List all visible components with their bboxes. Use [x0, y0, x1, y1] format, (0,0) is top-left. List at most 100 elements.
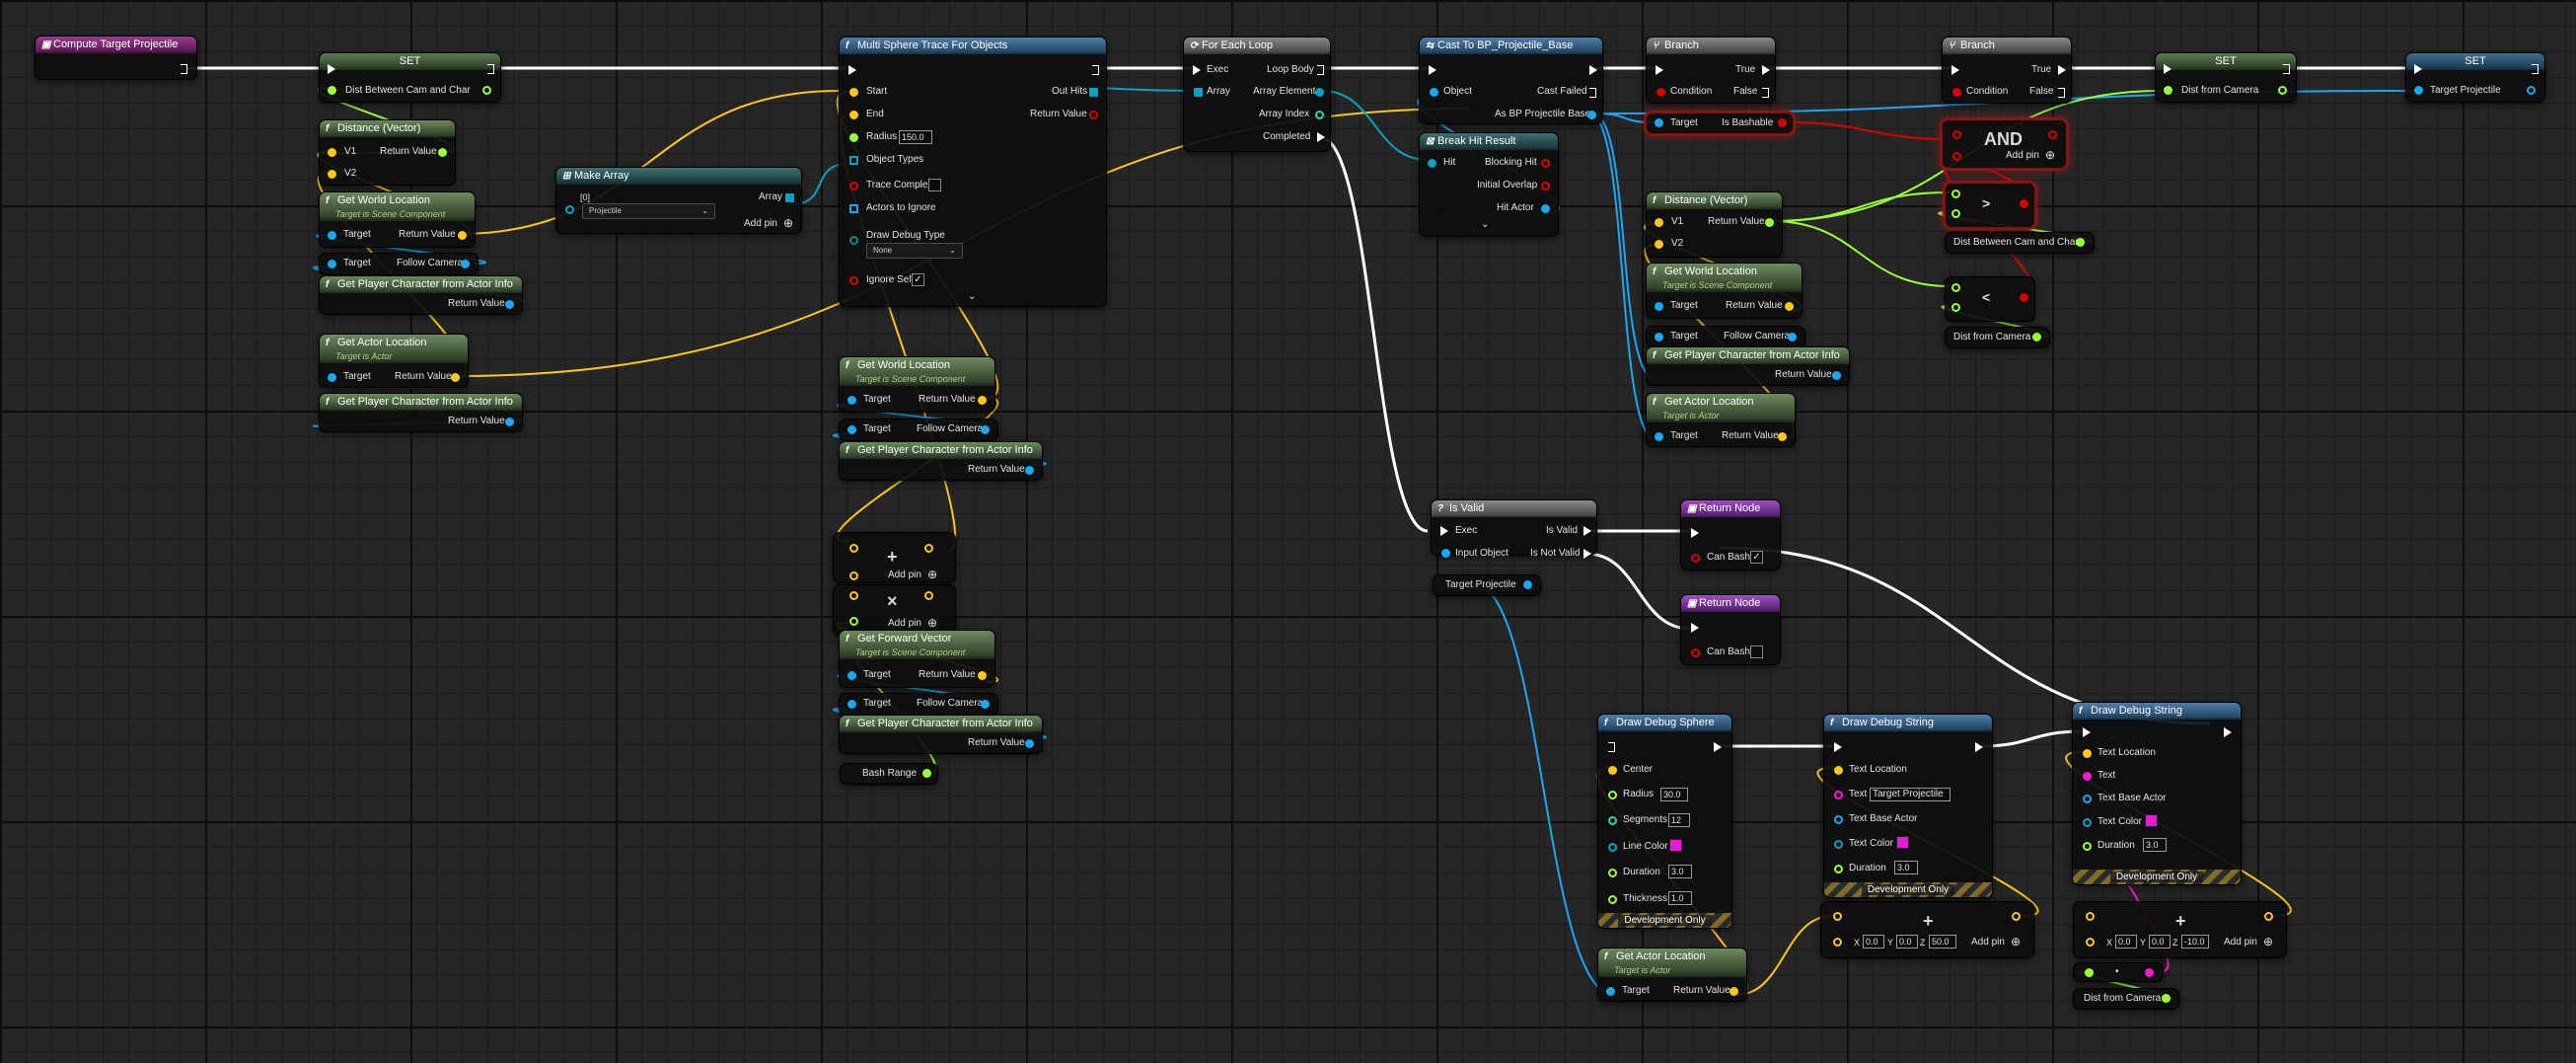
plus-circle-icon[interactable]: ⊕: [783, 217, 793, 229]
return-node[interactable]: ▣ Return Node Can Bash ✓: [1680, 499, 1781, 570]
and-boolean-node[interactable]: AND Add pin ⊕: [1942, 119, 2067, 169]
float-in-pin[interactable]: [849, 133, 858, 142]
float-in-pin[interactable]: [2085, 968, 2094, 977]
exec-out-pin[interactable]: [1317, 65, 1325, 75]
object-out-pin[interactable]: [1541, 204, 1550, 213]
dist-from-camera-getter[interactable]: Dist from Camera: [1945, 327, 2050, 348]
object-out-pin[interactable]: [461, 260, 470, 268]
int-out-pin[interactable]: [1315, 111, 1324, 119]
bool-out-pin[interactable]: [1541, 159, 1550, 168]
y-input[interactable]: 0.0: [2149, 935, 2171, 949]
object-out-pin[interactable]: [981, 700, 990, 709]
object-in-pin[interactable]: [328, 373, 336, 382]
vector-out-pin[interactable]: [1730, 987, 1738, 996]
text-color-swatch[interactable]: [2145, 814, 2158, 827]
exec-in-pin[interactable]: [2164, 64, 2171, 74]
object-out-pin[interactable]: [1523, 580, 1532, 589]
exec-out-pin[interactable]: [1583, 549, 1591, 559]
object-in-pin[interactable]: [1655, 432, 1663, 441]
thickness-input[interactable]: 1.0: [1668, 891, 1692, 905]
add-pin-button[interactable]: Add pin: [1971, 937, 2005, 949]
branch-node[interactable]: ⑂ Branch True Condition False: [1646, 37, 1776, 104]
add-pin-button[interactable]: Add pin: [888, 618, 921, 630]
exec-in-pin[interactable]: [848, 65, 856, 75]
bash-range-getter[interactable]: Bash Range: [840, 763, 938, 785]
float-to-string-conversion[interactable]: •: [2073, 962, 2164, 982]
add-vector-node[interactable]: + X 0.0 Y 0.0 Z 50.0 Add pin ⊕: [1820, 901, 2034, 958]
duration-input[interactable]: 3.0: [1668, 865, 1692, 878]
bool-in-pin[interactable]: [1952, 88, 1961, 97]
float-in-pin[interactable]: [1951, 283, 1960, 292]
distance-vector-node[interactable]: f Distance (Vector) V1 V2 Return Value: [1646, 191, 1783, 258]
exec-out-pin[interactable]: [181, 64, 188, 74]
add-vector-node[interactable]: + X 0.0 Y 0.0 Z -10.0 Add pin ⊕: [2073, 901, 2287, 958]
array-in-pin[interactable]: [849, 204, 858, 213]
exec-out-pin[interactable]: [2224, 727, 2232, 737]
color-in-pin[interactable]: [1834, 840, 1843, 849]
object-in-pin[interactable]: [328, 231, 336, 240]
object-in-pin[interactable]: [1655, 302, 1663, 311]
float-out-pin[interactable]: [2278, 86, 2287, 95]
trace-complex-checkbox[interactable]: [928, 179, 941, 191]
vector-out-pin[interactable]: [978, 396, 987, 405]
segments-input[interactable]: 12: [1668, 813, 1690, 827]
duration-input[interactable]: 3.0: [2143, 838, 2167, 852]
bool-out-pin[interactable]: [1778, 118, 1787, 127]
object-out-pin[interactable]: [1025, 739, 1034, 748]
bool-out-pin[interactable]: [2048, 130, 2057, 139]
object-in-pin[interactable]: [1655, 118, 1663, 127]
string-in-pin[interactable]: [1834, 791, 1843, 799]
object-out-pin[interactable]: [1832, 371, 1841, 380]
exec-out-pin[interactable]: [487, 64, 495, 74]
vector-in-pin[interactable]: [1833, 912, 1842, 921]
distance-vector-node[interactable]: f Distance (Vector) V1 V2 Return Value: [319, 119, 456, 186]
float-in-pin[interactable]: [2083, 842, 2092, 851]
plus-circle-icon[interactable]: ⊕: [927, 569, 937, 580]
get-forward-vector-node[interactable]: f Get Forward Vector Target is Scene Compo…: [839, 630, 995, 688]
plus-circle-icon[interactable]: ⊕: [2011, 936, 2021, 948]
float-in-pin[interactable]: [1951, 190, 1960, 198]
exec-out-pin[interactable]: [2058, 88, 2066, 98]
get-actor-location-node[interactable]: f Get Actor Location Target is Actor Targe…: [1597, 948, 1747, 1002]
vector-in-pin[interactable]: [849, 544, 858, 553]
array-in-pin[interactable]: [1194, 88, 1203, 97]
is-valid-node[interactable]: ? Is Valid Exec Is Valid Input Object Is …: [1431, 499, 1597, 559]
float-out-pin[interactable]: [1765, 218, 1774, 227]
get-player-character-node[interactable]: f Get Player Character from Actor Info Re…: [319, 275, 523, 315]
array-out-pin[interactable]: [1089, 88, 1098, 97]
multiply-node[interactable]: × Add pin ⊕: [833, 584, 956, 636]
vector-in-pin[interactable]: [328, 170, 336, 179]
float-in-pin[interactable]: [2164, 86, 2172, 95]
greater-than-node[interactable]: >: [1945, 183, 2035, 228]
dist-between-cam-and-char-getter[interactable]: Dist Between Cam and Char: [1945, 232, 2095, 254]
draw-debug-type-dropdown[interactable]: None ⌄: [866, 243, 963, 259]
text-color-swatch[interactable]: [1896, 836, 1909, 849]
plus-circle-icon[interactable]: ⊕: [927, 617, 937, 629]
float-in-pin[interactable]: [1951, 303, 1960, 312]
vector-in-pin[interactable]: [849, 591, 858, 600]
exec-out-pin[interactable]: [1762, 65, 1770, 75]
vector-out-pin[interactable]: [978, 671, 987, 680]
bool-out-pin[interactable]: [2020, 199, 2028, 208]
vector-out-pin[interactable]: [2012, 912, 2021, 921]
less-than-node[interactable]: <: [1945, 276, 2035, 322]
float-out-pin[interactable]: [922, 769, 931, 778]
exec-out-pin[interactable]: [1762, 88, 1770, 98]
add-pin-button[interactable]: Add pin: [2006, 150, 2039, 162]
vector-out-pin[interactable]: [2264, 912, 2273, 921]
struct-out-pin[interactable]: [1315, 88, 1324, 97]
plus-circle-icon[interactable]: ⊕: [2263, 936, 2273, 948]
text-input[interactable]: Target Projectile: [1870, 788, 1950, 801]
make-array-node[interactable]: ⊞ Make Array [0] Projectile ⌄ Array Add pi…: [555, 167, 802, 234]
exec-out-pin[interactable]: [2058, 65, 2066, 75]
bool-in-pin[interactable]: [1656, 88, 1665, 97]
break-hit-result-node[interactable]: ⊠ Break Hit Result Hit Blocking Hit Initi…: [1419, 132, 1559, 237]
color-in-pin[interactable]: [2083, 818, 2092, 827]
object-in-pin[interactable]: [1441, 549, 1450, 558]
draw-debug-string-node[interactable]: f Draw Debug String Text Location Text Te…: [2072, 702, 2242, 885]
vector-out-pin[interactable]: [1778, 432, 1787, 441]
exec-in-pin[interactable]: [1951, 65, 1959, 75]
string-out-pin[interactable]: [2145, 968, 2154, 977]
object-out-pin[interactable]: [1025, 466, 1034, 475]
float-out-pin[interactable]: [2076, 238, 2085, 247]
